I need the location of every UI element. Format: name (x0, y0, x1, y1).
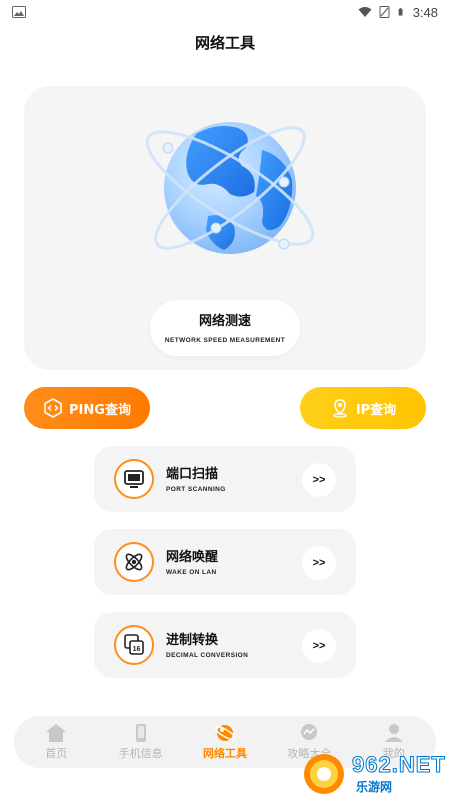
ip-query-label: IP查询 (355, 402, 397, 418)
ping-query-button[interactable]: PING查询 (24, 387, 150, 429)
nav-item-network-tools[interactable]: 网络工具 (190, 723, 260, 761)
phone-icon (135, 724, 146, 742)
atom-icon (114, 542, 154, 582)
tool-arrow-button[interactable]: >> (302, 463, 336, 497)
nav-label: 首页 (45, 747, 68, 760)
tool-row-wake-on-lan[interactable]: 网络唤醒 WAKE ON LAN >> (94, 529, 356, 595)
status-bar: 3:48 (0, 0, 450, 24)
status-time: 3:48 (412, 4, 438, 20)
status-right: 3:48 (358, 5, 438, 20)
page-title: 网络工具 (194, 34, 255, 52)
speed-test-card[interactable]: 网络测速 NETWORK SPEED MEASUREMENT (24, 86, 426, 370)
tool-arrow-button[interactable]: >> (302, 546, 336, 580)
watermark-badge-icon (304, 754, 344, 794)
location-pin-icon (333, 399, 347, 418)
wifi-icon (358, 7, 372, 17)
chat-icon (301, 724, 318, 740)
speed-test-button[interactable]: 网络测速 NETWORK SPEED MEASUREMENT (150, 300, 300, 356)
tool-row-decimal-conversion[interactable]: 16 进制转换 DECIMAL CONVERSION >> (94, 612, 356, 678)
home-icon (46, 724, 67, 742)
conversion-icon: 16 (114, 625, 154, 665)
tool-row-port-scanning[interactable]: 端口扫描 PORT SCANNING >> (94, 446, 356, 512)
tool-title: 网络唤醒 (166, 550, 219, 565)
tool-subtitle: DECIMAL CONVERSION (166, 652, 249, 659)
ping-code-icon (44, 398, 62, 418)
tool-title: 进制转换 (166, 633, 219, 648)
status-left (12, 6, 26, 18)
watermark-subtext: 乐游网 (356, 780, 393, 794)
battery-icon (398, 8, 403, 16)
tool-title: 端口扫描 (166, 467, 219, 482)
speed-test-subtitle: NETWORK SPEED MEASUREMENT (164, 337, 286, 344)
network-icon (214, 725, 236, 741)
user-icon (384, 724, 403, 742)
svg-text:16: 16 (133, 646, 141, 653)
ping-query-label: PING查询 (69, 402, 131, 418)
nav-label: 手机信息 (118, 747, 163, 760)
ip-query-button[interactable]: IP查询 (300, 387, 426, 429)
image-icon (12, 6, 26, 18)
nav-label: 网络工具 (202, 747, 247, 760)
tool-subtitle: WAKE ON LAN (166, 569, 217, 576)
tool-subtitle: PORT SCANNING (166, 486, 226, 493)
nav-item-phone-info[interactable]: 手机信息 (106, 723, 176, 761)
watermark-text: 962.NET (352, 752, 446, 778)
monitor-icon (114, 459, 154, 499)
sim-icon (379, 6, 390, 18)
watermark-logo: 962.NET 乐游网 (300, 748, 445, 796)
globe-icon (145, 122, 315, 254)
nav-item-home[interactable]: 首页 (21, 723, 91, 761)
speed-test-title: 网络测速 (198, 314, 251, 329)
tool-arrow-button[interactable]: >> (302, 629, 336, 663)
